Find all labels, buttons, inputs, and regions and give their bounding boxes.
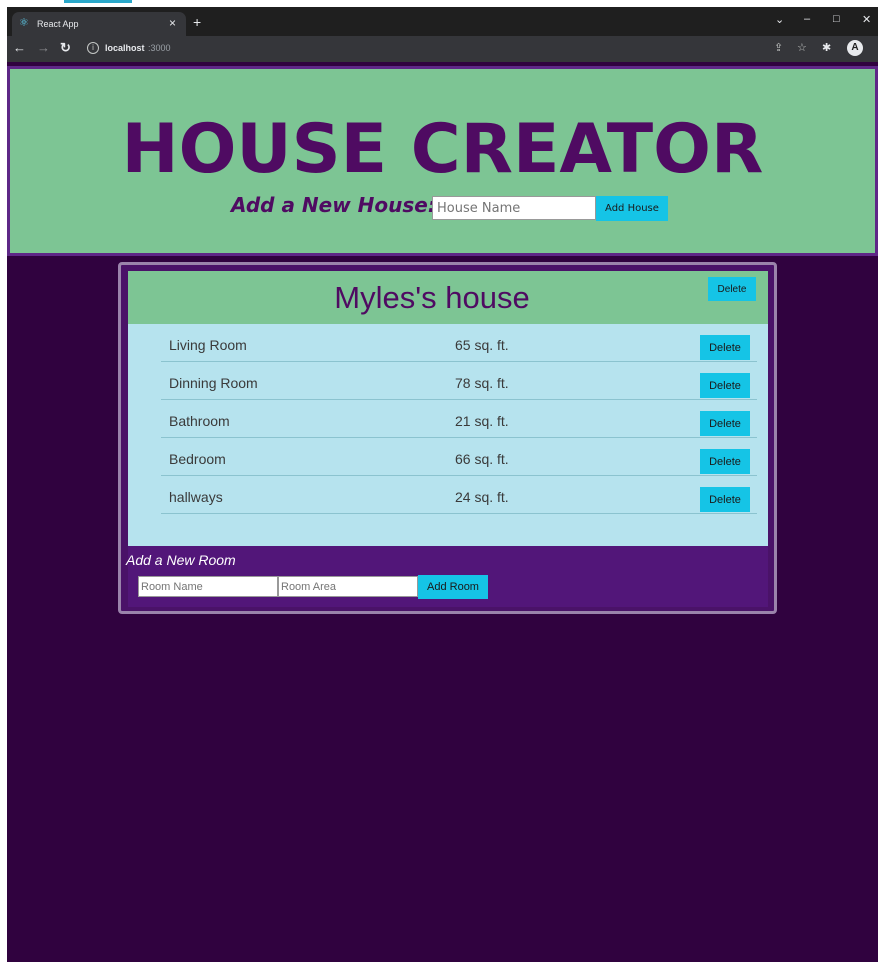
tab-bar: ⚛ React App × + ⌄ – □ ✕ bbox=[7, 7, 878, 36]
react-icon: ⚛ bbox=[19, 17, 29, 29]
close-window-icon[interactable]: ✕ bbox=[862, 13, 871, 26]
tab-title: React App bbox=[37, 19, 79, 29]
maximize-icon[interactable]: □ bbox=[833, 13, 840, 25]
room-area: 24 sq. ft. bbox=[455, 489, 509, 505]
delete-room-button[interactable]: Delete bbox=[700, 335, 750, 360]
room-name: Bedroom bbox=[169, 451, 226, 467]
top-strip bbox=[0, 0, 878, 7]
new-room-label: Add a New Room bbox=[126, 552, 236, 568]
back-arrow-icon[interactable]: ← bbox=[13, 40, 26, 56]
info-icon[interactable]: i bbox=[87, 42, 99, 54]
room-area: 78 sq. ft. bbox=[455, 375, 509, 391]
new-room-form: Add a New Room Add Room bbox=[126, 546, 768, 607]
delete-room-button[interactable]: Delete bbox=[700, 411, 750, 436]
url-port[interactable]: :3000 bbox=[148, 43, 171, 53]
house-card-header: Myles's house Delete bbox=[128, 271, 768, 324]
room-row: Living Room 65 sq. ft. Delete bbox=[161, 324, 757, 362]
forward-arrow-icon[interactable]: → bbox=[37, 40, 50, 56]
room-row: Bathroom 21 sq. ft. Delete bbox=[161, 400, 757, 438]
delete-room-button[interactable]: Delete bbox=[700, 487, 750, 512]
reload-icon[interactable]: ↻ bbox=[60, 40, 71, 56]
tab-close-icon[interactable]: × bbox=[169, 16, 176, 30]
house-card: Myles's house Delete Living Room 65 sq. … bbox=[118, 262, 777, 614]
add-house-button[interactable]: Add House bbox=[596, 196, 668, 221]
room-name-input[interactable] bbox=[138, 576, 278, 597]
browser-window: ⚛ React App × + ⌄ – □ ✕ ← → ↻ i localhos… bbox=[7, 7, 878, 962]
delete-room-button[interactable]: Delete bbox=[700, 449, 750, 474]
room-name: Bathroom bbox=[169, 413, 230, 429]
browser-toolbar: ← → ↻ i localhost :3000 ⇪ ☆ ✱ A bbox=[7, 36, 878, 62]
room-area-input[interactable] bbox=[278, 576, 418, 597]
room-name: Dinning Room bbox=[169, 375, 258, 391]
room-name: Living Room bbox=[169, 337, 247, 353]
delete-house-button[interactable]: Delete bbox=[708, 277, 756, 301]
page-viewport: HOUSE CREATOR Add a New House: Add House… bbox=[7, 62, 878, 962]
add-room-button[interactable]: Add Room bbox=[418, 575, 488, 599]
extensions-puzzle-icon[interactable]: ✱ bbox=[822, 41, 831, 55]
minimize-icon[interactable]: – bbox=[804, 13, 810, 25]
delete-room-button[interactable]: Delete bbox=[700, 373, 750, 398]
new-tab-icon[interactable]: + bbox=[193, 15, 201, 29]
room-row: Bedroom 66 sq. ft. Delete bbox=[161, 438, 757, 476]
house-name-input[interactable] bbox=[432, 196, 596, 220]
house-name: Myles's house bbox=[334, 280, 530, 315]
room-area: 66 sq. ft. bbox=[455, 451, 509, 467]
profile-avatar[interactable]: A bbox=[847, 40, 863, 56]
share-icon[interactable]: ⇪ bbox=[774, 41, 783, 55]
tab-react-app[interactable]: ⚛ React App × bbox=[12, 12, 186, 36]
app-header: HOUSE CREATOR Add a New House: Add House bbox=[7, 66, 878, 256]
tab-search-icon[interactable]: ⌄ bbox=[775, 13, 784, 26]
url-host[interactable]: localhost bbox=[105, 43, 145, 53]
room-row: hallways 24 sq. ft. Delete bbox=[161, 476, 757, 514]
bookmark-star-icon[interactable]: ☆ bbox=[797, 41, 807, 55]
room-row: Dinning Room 78 sq. ft. Delete bbox=[161, 362, 757, 400]
room-name: hallways bbox=[169, 489, 223, 505]
room-area: 65 sq. ft. bbox=[455, 337, 509, 353]
room-list: Living Room 65 sq. ft. Delete Dinning Ro… bbox=[128, 324, 768, 546]
top-strip-accent bbox=[64, 0, 132, 3]
room-area: 21 sq. ft. bbox=[455, 413, 509, 429]
add-house-label: Add a New House: bbox=[231, 193, 436, 217]
page-title: HOUSE CREATOR bbox=[121, 110, 764, 189]
